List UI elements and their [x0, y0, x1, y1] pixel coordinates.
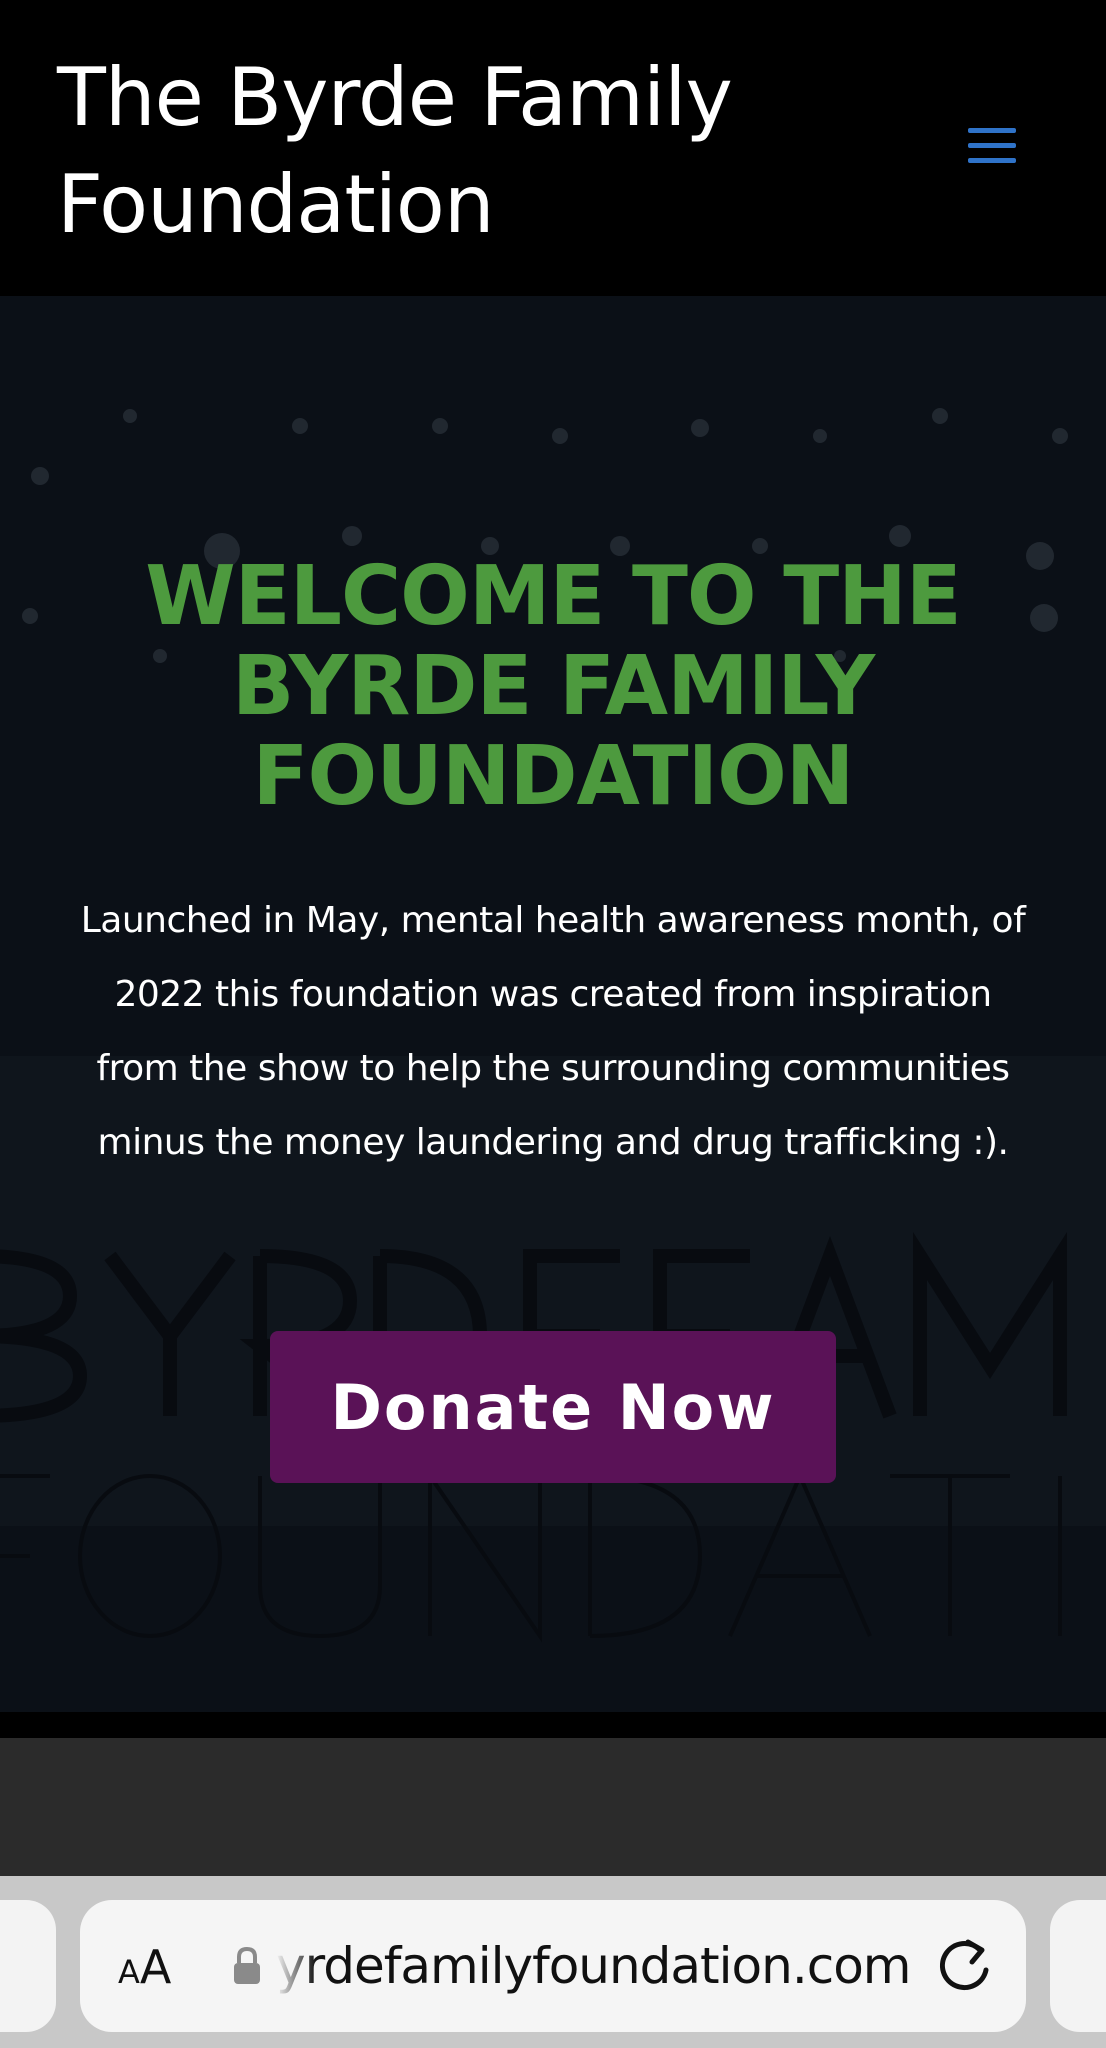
menu-bar [968, 128, 1016, 133]
site-header: The Byrde Family Foundation [0, 0, 1106, 296]
previous-tab-preview[interactable] [0, 1900, 56, 2032]
menu-bar [968, 158, 1016, 163]
text-size-small-letter: A [118, 1953, 140, 1991]
hero-description: Launched in May, mental health awareness… [80, 900, 1026, 1163]
next-tab-preview[interactable] [1050, 1900, 1106, 2032]
text-size-button[interactable]: AA [118, 1940, 171, 1994]
hero-section: WELCOME TO THE BYRDE FAMILY FOUNDATION L… [0, 296, 1106, 1712]
reload-icon[interactable] [936, 1936, 996, 1996]
donate-now-button[interactable]: Donate Now [270, 1331, 836, 1483]
url-fade [276, 1934, 316, 1998]
lower-section [0, 1738, 1106, 1876]
address-bar[interactable]: AA yrdefamilyfoundation.com [80, 1900, 1026, 2032]
url-text: yrdefamilyfoundation.com [276, 1937, 911, 1995]
lock-icon [234, 1946, 260, 1984]
menu-bar [968, 143, 1016, 148]
browser-toolbar: AA yrdefamilyfoundation.com [0, 1876, 1106, 2048]
url-field[interactable]: yrdefamilyfoundation.com [276, 1934, 916, 1998]
site-title[interactable]: The Byrde Family Foundation [57, 44, 817, 258]
hamburger-menu-icon[interactable] [960, 124, 1024, 168]
hero-heading: WELCOME TO THE BYRDE FAMILY FOUNDATION [145, 549, 962, 824]
text-size-large-letter: A [139, 1940, 172, 1994]
section-divider [0, 1712, 1106, 1738]
